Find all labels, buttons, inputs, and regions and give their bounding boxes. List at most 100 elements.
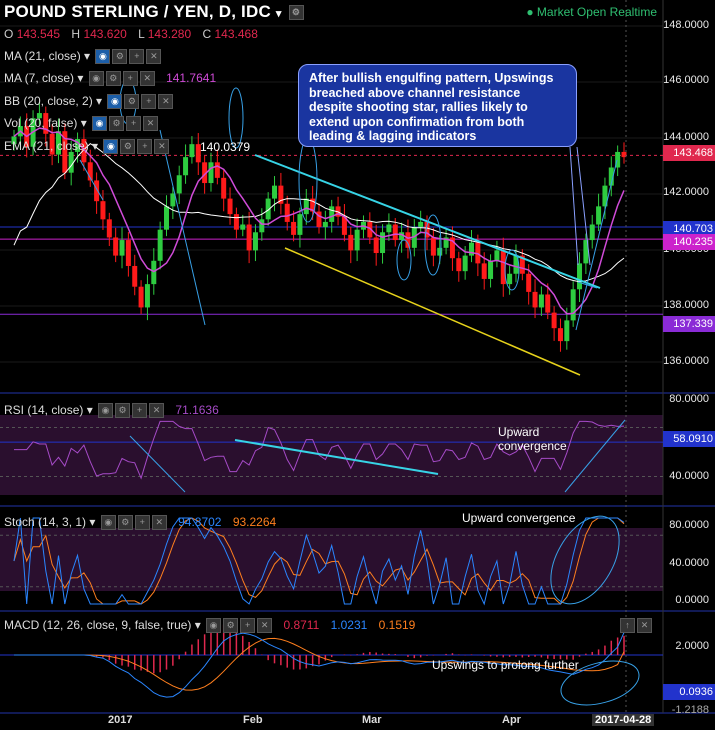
candle-body <box>348 234 354 251</box>
candle-body <box>151 260 157 285</box>
candle-body <box>291 221 297 235</box>
indicator-ema[interactable]: EMA (21, close) ▾ ◉ ⚙ + ✕ <box>4 139 170 155</box>
eye-icon[interactable]: ◉ <box>95 49 111 65</box>
indicator-ma21[interactable]: MA (21, close) ▾ ◉ ⚙ + ✕ <box>4 49 162 65</box>
candle-body <box>545 294 551 313</box>
add-icon[interactable]: + <box>122 71 138 87</box>
settings-icon[interactable]: ⚙ <box>124 94 140 110</box>
trend-arrow <box>575 159 618 331</box>
close-icon[interactable]: ✕ <box>143 116 159 132</box>
chevron-down-icon[interactable]: ▾ <box>276 8 282 20</box>
add-icon[interactable]: + <box>132 403 148 419</box>
candle-body <box>380 232 386 254</box>
symbol-title[interactable]: POUND STERLING / YEN, D, IDC ▾ ⚙ <box>4 2 304 22</box>
high-label: H <box>71 27 81 41</box>
candle-body <box>481 263 487 279</box>
settings-icon[interactable]: ⚙ <box>115 403 131 419</box>
stoch-annotation: Upward convergence <box>462 511 576 525</box>
status-dot-icon: ● <box>526 5 534 19</box>
move-up-icon[interactable]: ↑ <box>620 618 635 634</box>
eye-icon[interactable]: ◉ <box>107 94 123 110</box>
settings-icon[interactable]: ⚙ <box>288 5 304 21</box>
candle-body <box>437 247 443 256</box>
settings-icon[interactable]: ⚙ <box>109 116 125 132</box>
price-tick: 136.0000 <box>663 355 709 367</box>
candle-body <box>100 201 106 220</box>
eye-icon[interactable]: ◉ <box>103 139 119 155</box>
eye-icon[interactable]: ◉ <box>88 71 104 87</box>
indicator-vol[interactable]: Vol (20, false) ▾ ◉ ⚙ + ✕ <box>4 116 159 132</box>
candle-body <box>488 260 494 279</box>
settings-icon[interactable]: ⚙ <box>105 71 121 87</box>
realtime-label: Realtime <box>609 5 657 19</box>
candle-body <box>221 177 227 199</box>
candle-body <box>164 206 169 230</box>
macd-label[interactable]: MACD (12, 26, close, 9, false, true) ▾ ◉… <box>4 618 415 634</box>
high-value: 143.620 <box>83 27 127 41</box>
add-icon[interactable]: + <box>134 515 150 531</box>
market-status: ● Market Open Realtime <box>526 5 657 19</box>
eye-icon[interactable]: ◉ <box>92 116 108 132</box>
settings-icon[interactable]: ⚙ <box>117 515 133 531</box>
analysis-note: After bullish engulfing pattern, Upswing… <box>298 64 577 147</box>
x-label-mar: Mar <box>362 714 382 726</box>
settings-icon[interactable]: ⚙ <box>120 139 136 155</box>
add-icon[interactable]: + <box>126 116 142 132</box>
rsi-label-text: RSI (14, close) <box>4 403 84 417</box>
candle-body <box>322 221 328 228</box>
eye-icon[interactable]: ◉ <box>98 403 114 419</box>
close-label: C <box>202 27 212 41</box>
settings-icon[interactable]: ⚙ <box>112 49 128 65</box>
price-tick: 146.0000 <box>663 74 709 86</box>
add-icon[interactable]: + <box>240 618 256 634</box>
candle-body <box>227 198 233 215</box>
stoch-k-value: 94.8702 <box>178 515 222 529</box>
close-icon[interactable]: ✕ <box>158 94 174 110</box>
candle-body <box>303 198 309 215</box>
candle-body <box>577 263 583 290</box>
add-icon[interactable]: + <box>129 49 145 65</box>
x-label-apr: Apr <box>502 714 521 726</box>
ema-value: 140.0379 <box>200 140 251 154</box>
eye-icon[interactable]: ◉ <box>206 618 222 634</box>
indicator-ma7[interactable]: MA (7, close) ▾ ◉ ⚙ + ✕ 141.7641 <box>4 71 216 87</box>
close-icon[interactable]: ✕ <box>149 403 165 419</box>
market-status-text: Market Open <box>536 5 607 19</box>
ohlc-readout: O 143.545 H 143.620 L 143.280 C 143.468 <box>4 27 266 41</box>
pattern-ellipse <box>228 87 244 149</box>
macd-label-text: MACD (12, 26, close, 9, false, true) <box>4 618 192 632</box>
settings-icon[interactable]: ⚙ <box>223 618 239 634</box>
level-tag-purple: 137.339 <box>663 316 715 332</box>
candle-body <box>297 214 303 235</box>
rsi-label[interactable]: RSI (14, close) ▾ ◉ ⚙ + ✕ 71.1636 <box>4 403 219 419</box>
low-value: 143.280 <box>147 27 192 41</box>
candle-body <box>183 157 189 176</box>
candle-body <box>354 229 360 251</box>
eye-icon[interactable]: ◉ <box>100 515 116 531</box>
candle-body <box>144 284 150 308</box>
candle-body <box>259 219 265 233</box>
close-icon[interactable]: ✕ <box>146 49 162 65</box>
pane-controls[interactable]: ↑ ✕ <box>618 618 652 634</box>
close-icon[interactable]: ✕ <box>154 139 170 155</box>
pattern-ellipse <box>396 239 412 281</box>
close-icon[interactable]: ✕ <box>151 515 167 531</box>
add-icon[interactable]: + <box>141 94 157 110</box>
stoch-d-value: 93.2264 <box>232 515 277 529</box>
close-icon[interactable]: ✕ <box>257 618 273 634</box>
candle-body <box>596 206 602 225</box>
stoch-label[interactable]: Stoch (14, 3, 1) ▾ ◉ ⚙ + ✕ 94.8702 93.2264 <box>4 515 277 531</box>
price-tick: 148.0000 <box>663 19 709 31</box>
close-icon[interactable]: ✕ <box>139 71 155 87</box>
candle-body <box>68 151 74 173</box>
add-icon[interactable]: + <box>137 139 153 155</box>
candle-body <box>208 162 214 184</box>
indicator-ma7-label: MA (7, close) <box>4 71 75 85</box>
candle-body <box>386 224 392 233</box>
candle-body <box>392 224 398 241</box>
candle-body <box>106 219 112 238</box>
indicator-ma21-label: MA (21, close) <box>4 49 81 63</box>
close-icon[interactable]: ✕ <box>637 618 652 634</box>
indicator-bb[interactable]: BB (20, close, 2) ▾ ◉ ⚙ + ✕ <box>4 94 174 110</box>
stoch-tick: 40.0000 <box>669 557 709 569</box>
